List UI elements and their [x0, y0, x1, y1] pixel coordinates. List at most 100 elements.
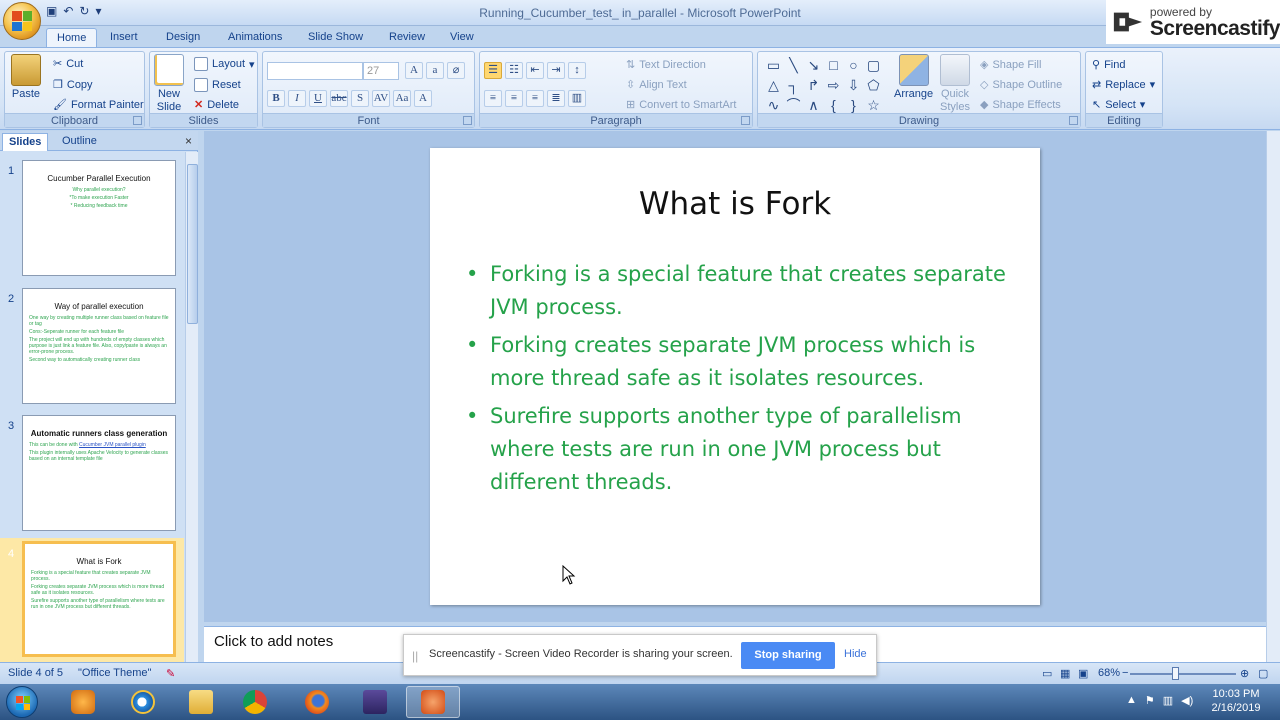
volume-icon[interactable]: ◀)	[1181, 694, 1193, 707]
drag-handle-icon[interactable]: ||	[412, 649, 418, 663]
slide-body[interactable]: Forking is a special feature that create…	[466, 258, 1006, 504]
format-painter-button[interactable]: 🖌 Format Painter	[53, 98, 144, 112]
panel-scrollbar[interactable]	[185, 152, 198, 662]
slide-thumbnail-4[interactable]: What is Fork Forking is a special featur…	[22, 541, 176, 657]
line-spacing-icon[interactable]: ↕	[568, 62, 586, 79]
reset-button[interactable]: Reset	[194, 78, 241, 92]
action-center-icon[interactable]: ⚑	[1145, 694, 1155, 707]
plugin-link[interactable]: Cucumber JVM parallel plugin	[79, 442, 146, 448]
numbering-icon[interactable]: ☷	[505, 62, 523, 79]
editor-scrollbar[interactable]	[1266, 131, 1280, 662]
tab-animations[interactable]: Animations	[218, 28, 292, 48]
columns-icon[interactable]: ▥	[568, 90, 586, 107]
rounded-rect-shape-icon[interactable]: ▢	[864, 56, 883, 75]
zoom-level[interactable]: 68%	[1098, 667, 1120, 679]
cut-button[interactable]: ✂ Cut	[53, 57, 83, 71]
find-button[interactable]: ⚲ Find	[1092, 58, 1125, 72]
tab-outline[interactable]: Outline	[56, 133, 103, 151]
elbow-shape-icon[interactable]: ┐	[784, 76, 803, 95]
increase-indent-icon[interactable]: ⇥	[547, 62, 565, 79]
zoom-slider[interactable]	[1130, 673, 1236, 675]
spellcheck-icon[interactable]: ✎	[166, 667, 175, 680]
eclipse-icon[interactable]	[348, 686, 402, 718]
zoom-slider-knob[interactable]	[1172, 667, 1179, 680]
shape-outline-button[interactable]: ◇ Shape Outline	[980, 78, 1062, 92]
tab-insert[interactable]: Insert	[100, 28, 148, 48]
slide-thumbnail-3[interactable]: Automatic runners class generation This …	[22, 415, 176, 531]
shadow-icon[interactable]: S	[351, 90, 369, 107]
stop-sharing-button[interactable]: Stop sharing	[741, 642, 835, 669]
italic-icon[interactable]: I	[288, 90, 306, 107]
file-explorer-icon[interactable]	[174, 686, 228, 718]
replace-button[interactable]: ⇄ Replace ▾	[1092, 78, 1155, 92]
media-player-icon[interactable]	[56, 686, 110, 718]
slideshow-view-icon[interactable]: ▣	[1078, 667, 1088, 680]
rectangle-shape-icon[interactable]: □	[824, 56, 843, 75]
select-button[interactable]: ↖ Select ▾	[1092, 98, 1145, 112]
internet-explorer-icon[interactable]	[116, 686, 170, 718]
close-icon[interactable]: ×	[185, 134, 192, 148]
show-hidden-icons-icon[interactable]: ▲	[1126, 694, 1137, 707]
justify-icon[interactable]: ≣	[547, 90, 565, 107]
bold-icon[interactable]: B	[267, 90, 285, 107]
line-shape-icon[interactable]: ╲	[784, 56, 803, 75]
chrome-icon[interactable]	[228, 686, 282, 718]
normal-view-icon[interactable]: ▭	[1042, 667, 1052, 680]
clear-format-icon[interactable]: ⌀	[447, 62, 465, 79]
tab-slides[interactable]: Slides	[2, 133, 49, 151]
triangle-shape-icon[interactable]: △	[764, 76, 783, 95]
decrease-indent-icon[interactable]: ⇤	[526, 62, 544, 79]
shrink-font-icon[interactable]: a	[426, 62, 444, 79]
connector-shape-icon[interactable]: ↱	[804, 76, 823, 95]
clock[interactable]: 10:03 PM 2/16/2019	[1206, 687, 1266, 715]
firefox-icon[interactable]	[290, 686, 344, 718]
drawing-launcher-icon[interactable]	[1069, 116, 1078, 125]
start-button[interactable]	[6, 686, 38, 718]
copy-button[interactable]: ❐ Copy	[53, 78, 93, 92]
fit-to-window-icon[interactable]: ▢	[1258, 667, 1268, 680]
arrow-shape-icon[interactable]: ↘	[804, 56, 823, 75]
pentagon-shape-icon[interactable]: ⬠	[864, 76, 883, 95]
grow-font-icon[interactable]: A	[405, 62, 423, 79]
tab-review[interactable]: Review	[379, 28, 435, 48]
convert-smartart-button[interactable]: ⊞ Convert to SmartArt	[626, 98, 736, 112]
down-arrow-shape-icon[interactable]: ⇩	[844, 76, 863, 95]
text-direction-button[interactable]: ⇅ Text Direction	[626, 58, 706, 72]
tab-view[interactable]: View	[440, 28, 484, 48]
zoom-out-icon[interactable]: −	[1122, 667, 1128, 679]
align-right-icon[interactable]: ≡	[526, 90, 544, 107]
bullets-icon[interactable]: ☰	[484, 62, 502, 79]
quick-styles-button[interactable]: Quick Styles	[940, 54, 970, 114]
layout-button[interactable]: Layout ▾	[194, 57, 255, 71]
clipboard-launcher-icon[interactable]	[133, 116, 142, 125]
oval-shape-icon[interactable]: ○	[844, 56, 863, 75]
tab-design[interactable]: Design	[156, 28, 210, 48]
slide-sorter-icon[interactable]: ▦	[1060, 667, 1070, 680]
align-text-button[interactable]: ⇳ Align Text	[626, 78, 687, 92]
panel-scrollbar-thumb[interactable]	[187, 164, 198, 324]
slide-thumbnail-2[interactable]: Way of parallel execution One way by cre…	[22, 288, 176, 404]
arrange-button[interactable]: Arrange	[894, 54, 933, 101]
align-left-icon[interactable]: ≡	[484, 90, 502, 107]
network-icon[interactable]: ▥	[1163, 694, 1173, 707]
powerpoint-icon[interactable]	[406, 686, 460, 718]
font-launcher-icon[interactable]	[463, 116, 472, 125]
slide-title[interactable]: What is Fork	[430, 186, 1040, 222]
paste-button[interactable]: Paste	[11, 54, 41, 101]
zoom-in-icon[interactable]: ⊕	[1240, 667, 1249, 680]
change-case-icon[interactable]: Aa	[393, 90, 411, 107]
font-color-icon[interactable]: A	[414, 90, 432, 107]
shapes-gallery[interactable]: ▭ ╲ ↘ □ ○ ▢ △ ┐ ↱ ⇨ ⇩ ⬠ ∿ ⌒ ∧{} ☆	[764, 56, 883, 115]
paragraph-launcher-icon[interactable]	[741, 116, 750, 125]
align-center-icon[interactable]: ≡	[505, 90, 523, 107]
char-spacing-icon[interactable]: AV	[372, 90, 390, 107]
underline-icon[interactable]: U	[309, 90, 327, 107]
font-size-box[interactable]: 27	[363, 62, 399, 80]
tab-slide-show[interactable]: Slide Show	[298, 28, 373, 48]
text-box-shape-icon[interactable]: ▭	[764, 56, 783, 75]
new-slide-button[interactable]: New Slide	[154, 54, 184, 114]
right-arrow-shape-icon[interactable]: ⇨	[824, 76, 843, 95]
hide-button[interactable]: Hide	[844, 648, 867, 660]
current-slide[interactable]: What is Fork Forking is a special featur…	[430, 148, 1040, 605]
strikethrough-icon[interactable]: abc	[330, 90, 348, 107]
